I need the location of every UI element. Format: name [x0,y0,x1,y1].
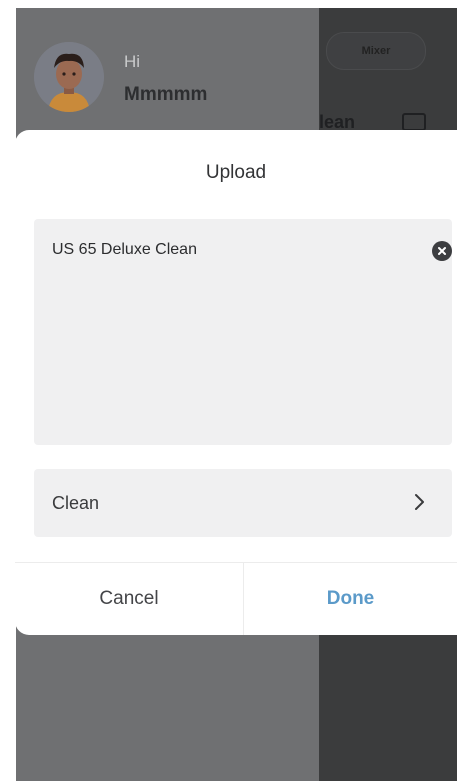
avatar-illustration [34,42,104,112]
avatar[interactable] [34,42,104,112]
preset-name-value[interactable]: US 65 Deluxe Clean [52,241,197,259]
save-icon[interactable] [402,113,426,131]
done-button[interactable]: Done [244,563,457,635]
description-textarea[interactable] [34,281,452,445]
category-selector[interactable]: Clean [34,469,452,537]
clear-icon[interactable] [432,241,452,261]
chevron-right-icon [408,491,430,513]
preset-name-input[interactable]: US 65 Deluxe Clean [34,219,452,281]
category-value: Clean [52,493,100,513]
upload-dialog: Upload US 65 Deluxe Clean Clean Cancel D… [15,130,457,635]
user-name: Mmmmm [124,84,208,105]
mixer-button[interactable]: Mixer [326,32,426,70]
dialog-title: Upload [205,162,267,183]
greeting-text: Hi [124,52,141,71]
cancel-button[interactable]: Cancel [15,563,243,635]
